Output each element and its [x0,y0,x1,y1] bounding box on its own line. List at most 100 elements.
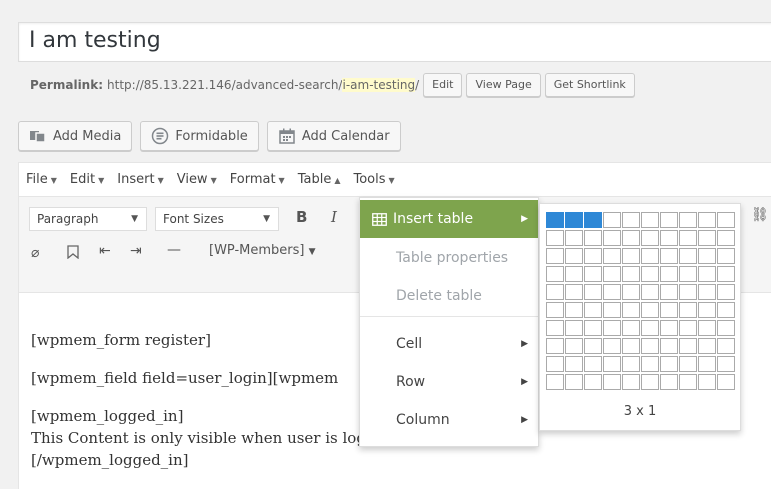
bold-button[interactable]: B [296,208,307,226]
permalink-slug[interactable]: i-am-testing [342,78,416,92]
menu-tools[interactable]: Tools ▼ [353,172,394,187]
grid-cell[interactable] [641,212,659,228]
unlink-icon[interactable]: ⛓ [751,207,769,223]
grid-cell[interactable] [641,302,659,318]
menu-insert[interactable]: Insert ▼ [117,172,163,187]
grid-cell[interactable] [622,374,640,390]
grid-cell[interactable] [698,284,716,300]
post-title-input[interactable]: I am testing [18,22,771,62]
menu-view[interactable]: View ▼ [177,172,217,187]
column-item[interactable]: Column ▶ [360,401,538,439]
grid-cell[interactable] [584,266,602,282]
grid-cell[interactable] [641,374,659,390]
grid-cell[interactable] [603,374,621,390]
grid-cell[interactable] [660,302,678,318]
grid-cell[interactable] [641,356,659,372]
grid-cell[interactable] [622,266,640,282]
get-shortlink-button[interactable]: Get Shortlink [544,73,635,97]
menu-file[interactable]: File ▼ [26,172,57,187]
grid-cell[interactable] [641,284,659,300]
grid-cell[interactable] [717,302,735,318]
grid-cell[interactable] [603,212,621,228]
grid-cell[interactable] [717,248,735,264]
grid-cell[interactable] [660,230,678,246]
grid-cell[interactable] [546,302,564,318]
grid-cell[interactable] [717,284,735,300]
grid-cell[interactable] [679,302,697,318]
grid-cell[interactable] [641,248,659,264]
grid-cell[interactable] [717,338,735,354]
grid-cell[interactable] [660,374,678,390]
grid-cell[interactable] [565,356,583,372]
grid-cell[interactable] [622,320,640,336]
grid-cell[interactable] [603,320,621,336]
grid-cell[interactable] [660,266,678,282]
add-media-button[interactable]: Add Media [18,121,133,151]
grid-cell[interactable] [603,356,621,372]
grid-cell[interactable] [641,230,659,246]
grid-cell[interactable] [698,356,716,372]
outdent-icon[interactable]: ⇤ [99,243,111,259]
grid-cell[interactable] [679,320,697,336]
grid-cell[interactable] [584,230,602,246]
grid-cell[interactable] [717,212,735,228]
grid-cell[interactable] [622,338,640,354]
grid-cell[interactable] [660,212,678,228]
grid-cell[interactable] [660,320,678,336]
grid-cell[interactable] [698,248,716,264]
eraser-icon[interactable]: ⌀ [31,245,39,261]
grid-cell[interactable] [603,338,621,354]
grid-cell[interactable] [584,302,602,318]
grid-cell[interactable] [565,374,583,390]
grid-cell[interactable] [546,284,564,300]
bookmark-icon[interactable] [67,245,79,263]
add-calendar-button[interactable]: Add Calendar [266,121,401,151]
grid-cell[interactable] [641,338,659,354]
grid-cell[interactable] [660,338,678,354]
paragraph-format-select[interactable]: Paragraph ▼ [29,207,147,231]
indent-icon[interactable]: ⇥ [130,243,142,259]
grid-cell[interactable] [698,302,716,318]
grid-cell[interactable] [679,212,697,228]
grid-cell[interactable] [546,338,564,354]
grid-cell[interactable] [565,284,583,300]
grid-cell[interactable] [679,356,697,372]
horizontal-line-icon[interactable]: — [167,242,181,258]
cell-item[interactable]: Cell ▶ [360,325,538,363]
grid-cell[interactable] [603,266,621,282]
grid-cell[interactable] [660,284,678,300]
grid-cell[interactable] [679,284,697,300]
grid-cell[interactable] [698,338,716,354]
grid-cell[interactable] [698,266,716,282]
table-size-grid[interactable] [546,212,735,390]
edit-permalink-button[interactable]: Edit [423,73,463,97]
grid-cell[interactable] [584,374,602,390]
grid-cell[interactable] [565,248,583,264]
font-size-select[interactable]: Font Sizes ▼ [155,207,279,231]
grid-cell[interactable] [679,338,697,354]
grid-cell[interactable] [565,302,583,318]
formidable-button[interactable]: Formidable [140,121,259,151]
editor-content[interactable]: [wpmem_form register] [wpmem_field field… [31,329,413,471]
grid-cell[interactable] [717,356,735,372]
grid-cell[interactable] [622,356,640,372]
grid-cell[interactable] [546,212,564,228]
grid-cell[interactable] [546,248,564,264]
grid-cell[interactable] [565,266,583,282]
grid-cell[interactable] [641,320,659,336]
grid-cell[interactable] [546,230,564,246]
grid-cell[interactable] [603,302,621,318]
grid-cell[interactable] [717,230,735,246]
row-item[interactable]: Row ▶ [360,363,538,401]
view-page-button[interactable]: View Page [466,73,541,97]
grid-cell[interactable] [622,248,640,264]
grid-cell[interactable] [565,230,583,246]
grid-cell[interactable] [622,212,640,228]
grid-cell[interactable] [717,374,735,390]
grid-cell[interactable] [546,266,564,282]
grid-cell[interactable] [679,248,697,264]
grid-cell[interactable] [679,374,697,390]
grid-cell[interactable] [584,248,602,264]
grid-cell[interactable] [603,248,621,264]
grid-cell[interactable] [565,320,583,336]
